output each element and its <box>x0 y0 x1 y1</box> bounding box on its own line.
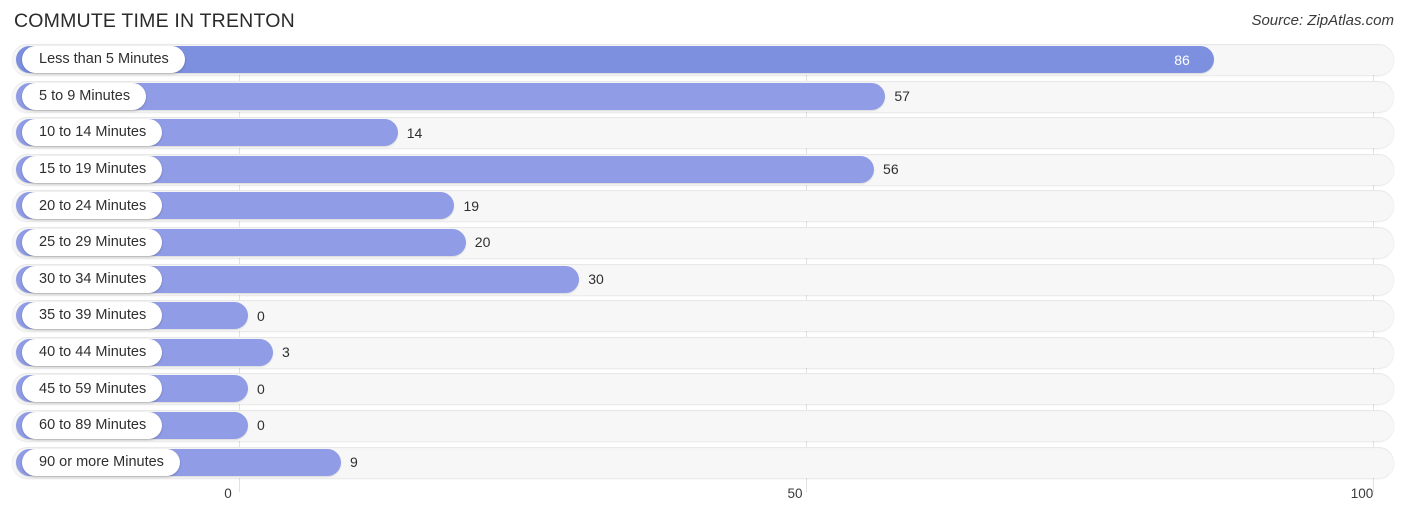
bar-category-label[interactable]: 90 or more Minutes <box>22 448 180 476</box>
bar-category-label[interactable]: Less than 5 Minutes <box>22 46 185 73</box>
bar-category-label-text: 5 to 9 Minutes <box>39 87 131 104</box>
bar-value-label: 14 <box>406 124 423 141</box>
bar-value-label-inside: 86 <box>1174 51 1190 68</box>
bar-category-label[interactable]: 35 to 39 Minutes <box>22 302 163 330</box>
page-title: COMMUTE TIME IN TRENTON <box>14 10 295 32</box>
bar-row[interactable]: 15 to 19 Minutes 56 <box>0 153 1406 185</box>
bar-category-label-text: Less than 5 Minutes <box>39 51 169 68</box>
bar-value-label: 3 <box>282 344 290 361</box>
bar-row[interactable]: 25 to 29 Minutes 20 <box>0 226 1406 258</box>
x-axis-tick-label: 100 <box>1350 486 1374 501</box>
source-attribution: Source: ZipAtlas.com <box>1251 12 1394 29</box>
bar-category-label[interactable]: 15 to 19 Minutes <box>22 155 163 183</box>
bar-category-label-text: 35 to 39 Minutes <box>39 307 147 324</box>
bar-row[interactable]: 40 to 44 Minutes 3 <box>0 336 1406 368</box>
bar-value-label: 30 <box>588 271 604 288</box>
bar-value-label: 0 <box>257 417 265 434</box>
bar-category-label-text: 25 to 29 Minutes <box>39 234 147 251</box>
bar-category-label-text: 40 to 44 Minutes <box>39 344 147 360</box>
bar-row[interactable]: 20 to 24 Minutes 19 <box>0 190 1406 222</box>
bar-row[interactable]: 30 to 34 Minutes 30 <box>0 263 1406 295</box>
bar-category-label-text: 45 to 59 Minutes <box>39 380 147 397</box>
bar-rows: Less than 5 Minutes 86 5 to 9 Minutes 57 10 … <box>0 44 1406 483</box>
bar-category-label[interactable]: 20 to 24 Minutes <box>22 192 163 220</box>
bar-value-label: 56 <box>883 161 899 178</box>
bar-row[interactable]: 10 to 14 Minutes 14 <box>0 117 1406 149</box>
bar-category-label-text: 15 to 19 Minutes <box>39 161 147 178</box>
bar-value-label: 20 <box>474 234 491 251</box>
x-axis-tick-label: 0 <box>224 486 232 501</box>
bar-fill <box>16 82 886 110</box>
bar-value-label: 19 <box>463 197 480 214</box>
bar-value-label: 0 <box>257 380 265 397</box>
chart-header: COMMUTE TIME IN TRENTON Source: ZipAtlas… <box>0 0 1406 44</box>
bar-category-label-text: 20 to 24 Minutes <box>39 197 147 214</box>
bar-category-label[interactable]: 10 to 14 Minutes <box>22 119 163 147</box>
chart-plot-area: Less than 5 Minutes 86 5 to 9 Minutes 57 10 … <box>0 44 1406 492</box>
x-axis-tick-label: 50 <box>787 486 803 501</box>
bar-row[interactable]: 45 to 59 Minutes 0 <box>0 373 1406 405</box>
bar-row[interactable]: 35 to 39 Minutes 0 <box>0 300 1406 332</box>
bar-category-label-text: 90 or more Minutes <box>39 453 164 470</box>
bar-category-label[interactable]: 25 to 29 Minutes <box>22 228 163 256</box>
bar-value-label: 9 <box>350 454 358 471</box>
bar-category-label[interactable]: 40 to 44 Minutes <box>22 338 163 366</box>
bar-value-label: 57 <box>894 88 910 105</box>
bar-category-label[interactable]: 45 to 59 Minutes <box>22 375 163 403</box>
bar-category-label-text: 60 to 89 Minutes <box>39 417 147 434</box>
x-axis: 0 50 100 <box>0 486 1406 516</box>
bar-category-label[interactable]: 5 to 9 Minutes <box>22 82 147 110</box>
bar-category-label[interactable]: 30 to 34 Minutes <box>22 265 163 293</box>
bar-row[interactable]: Less than 5 Minutes 86 <box>0 44 1406 75</box>
bar-row[interactable]: 5 to 9 Minutes 57 <box>0 80 1406 112</box>
bar-row[interactable]: 90 or more Minutes 9 <box>0 446 1406 478</box>
bar-fill <box>16 46 1215 73</box>
bar-category-label-text: 10 to 14 Minutes <box>39 124 147 141</box>
bar-category-label[interactable]: 60 to 89 Minutes <box>22 411 163 439</box>
bar-row[interactable]: 60 to 89 Minutes 0 <box>0 409 1406 441</box>
bar-category-label-text: 30 to 34 Minutes <box>39 270 147 287</box>
bar-value-label: 0 <box>257 307 265 324</box>
